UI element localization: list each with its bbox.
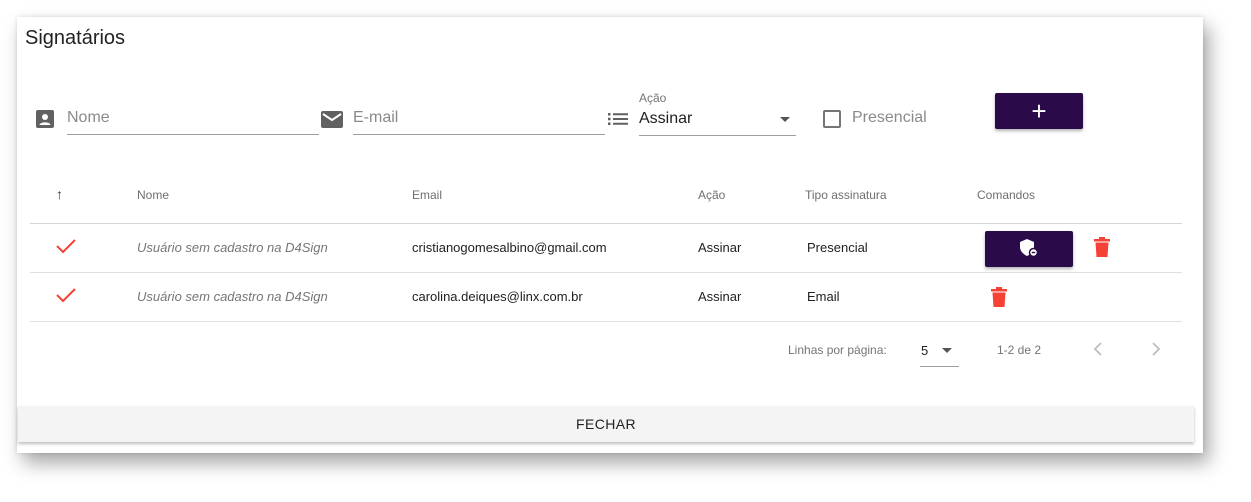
next-page-icon[interactable]: [1146, 339, 1166, 359]
signatory-email: carolina.deiques@linx.com.br: [412, 289, 583, 304]
column-header-email[interactable]: Email: [412, 188, 442, 202]
table-row: Usuário sem cadastro na D4Sign cristiano…: [30, 224, 1182, 273]
rows-per-page-value: 5: [921, 343, 929, 358]
check-icon: [56, 238, 76, 259]
table-header: ↑ Nome Email Ação Tipo assinatura Comand…: [30, 174, 1182, 224]
column-header-name[interactable]: Nome: [137, 188, 169, 202]
action-select[interactable]: Ação Assinar: [639, 91, 796, 136]
signatory-name: Usuário sem cadastro na D4Sign: [137, 240, 328, 255]
shield-command-button[interactable]: [985, 231, 1073, 267]
check-icon: [56, 287, 76, 308]
previous-page-icon[interactable]: [1088, 339, 1108, 359]
email-input[interactable]: [353, 105, 605, 135]
signatories-dialog: Signatários Ação Assinar Pres: [17, 17, 1203, 453]
dropdown-arrow-icon: [780, 117, 790, 122]
close-button[interactable]: FECHAR: [18, 406, 1194, 442]
rows-per-page-label: Linhas por página:: [788, 343, 887, 357]
dialog-title: Signatários: [25, 27, 126, 49]
signatory-email: cristianogomesalbino@gmail.com: [412, 240, 607, 255]
column-header-commands: Comandos: [977, 188, 1036, 202]
list-icon: [607, 110, 629, 128]
dropdown-arrow-icon: [942, 348, 952, 353]
name-input[interactable]: [67, 105, 319, 135]
rows-per-page-select[interactable]: 5: [920, 333, 959, 367]
pagination-range: 1-2 de 2: [997, 343, 1042, 357]
action-select-value: Assinar: [639, 110, 693, 127]
signatory-name: Usuário sem cadastro na D4Sign: [137, 289, 328, 304]
signatory-signature-type: Email: [807, 289, 840, 304]
table-row: Usuário sem cadastro na D4Sign carolina.…: [30, 273, 1182, 322]
column-header-action[interactable]: Ação: [698, 188, 725, 202]
trash-icon[interactable]: [1094, 237, 1110, 262]
shield-icon: [1019, 238, 1039, 261]
trash-icon[interactable]: [991, 287, 1007, 312]
presencial-label[interactable]: Presencial: [852, 109, 927, 127]
contact-icon: [34, 108, 56, 130]
action-select-label: Ação: [639, 91, 667, 105]
presencial-checkbox[interactable]: [823, 110, 841, 128]
sort-arrow-icon[interactable]: ↑: [56, 186, 63, 202]
add-signatory-button[interactable]: +: [995, 93, 1083, 129]
signatory-action: Assinar: [698, 240, 742, 255]
signatory-action: Assinar: [698, 289, 742, 304]
signatories-table: ↑ Nome Email Ação Tipo assinatura Comand…: [30, 174, 1182, 322]
mail-icon: [320, 109, 344, 129]
column-header-signature-type[interactable]: Tipo assinatura: [805, 188, 887, 202]
signatory-signature-type: Presencial: [807, 240, 868, 255]
